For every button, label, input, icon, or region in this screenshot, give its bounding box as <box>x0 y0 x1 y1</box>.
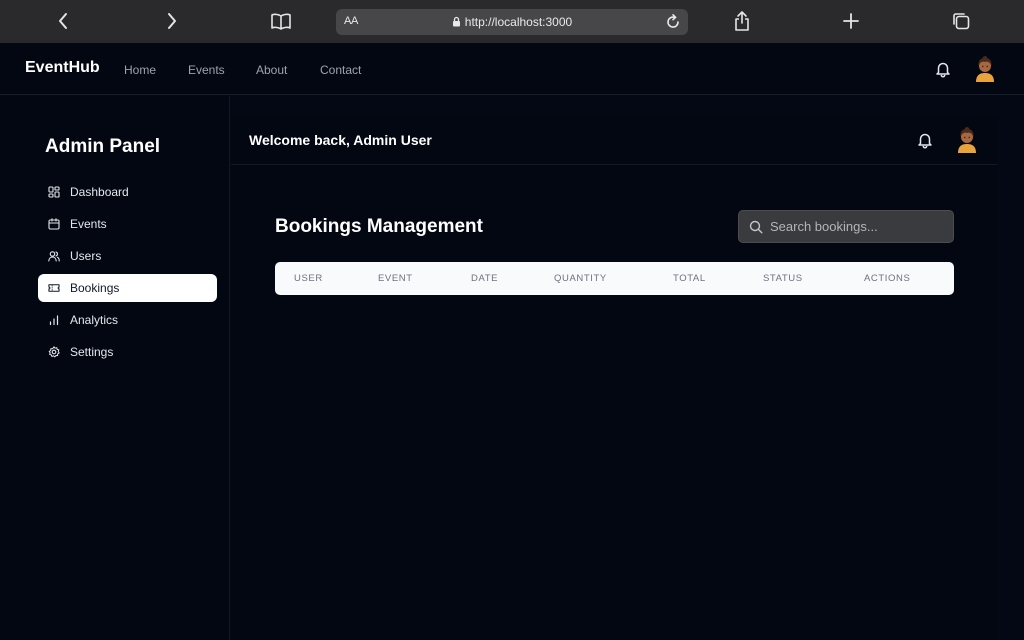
column-header-status[interactable]: STATUS <box>763 273 803 284</box>
reader-button[interactable] <box>261 6 301 36</box>
column-header-user[interactable]: USER <box>294 273 323 284</box>
tabs-icon <box>953 13 970 30</box>
url-text: http://localhost:3000 <box>464 15 573 29</box>
sidebar-item-label: Settings <box>70 345 114 359</box>
address-bar[interactable]: AA http://localhost:3000 <box>336 9 688 35</box>
sidebar-item-label: Events <box>70 217 107 231</box>
lock-icon <box>452 16 460 27</box>
avatar[interactable] <box>973 56 997 82</box>
brand-logo[interactable]: EventHub <box>25 59 100 77</box>
search-icon <box>749 220 763 234</box>
bell-icon[interactable] <box>934 60 952 78</box>
reload-icon[interactable] <box>664 13 682 31</box>
nav-link-about[interactable]: About <box>256 63 287 77</box>
sidebar-item-events[interactable]: Events <box>38 210 217 238</box>
url-display: http://localhost:3000 <box>336 15 688 29</box>
sidebar: Admin Panel Dashboard Events Users Booki… <box>0 96 230 640</box>
browser-toolbar: AA http://localhost:3000 <box>0 0 1024 43</box>
users-icon <box>48 250 60 262</box>
search-input[interactable] <box>770 211 950 242</box>
panel-title: Admin Panel <box>45 136 161 157</box>
forward-button[interactable] <box>152 6 192 36</box>
nav-link-home[interactable]: Home <box>124 63 156 77</box>
main-topbar: Welcome back, Admin User <box>231 116 998 165</box>
welcome-message: Welcome back, Admin User <box>249 132 432 148</box>
app-header: EventHub Home Events About Contact <box>0 43 1024 95</box>
sidebar-item-label: Users <box>70 249 102 263</box>
column-header-quantity[interactable]: QUANTITY <box>554 273 607 284</box>
new-tab-button[interactable] <box>831 6 871 36</box>
avatar[interactable] <box>955 127 979 153</box>
column-header-date[interactable]: DATE <box>471 273 498 284</box>
book-icon <box>271 13 291 30</box>
chevron-left-icon <box>59 13 67 29</box>
back-button[interactable] <box>43 6 83 36</box>
calendar-icon <box>48 218 60 230</box>
sidebar-item-dashboard[interactable]: Dashboard <box>38 178 217 206</box>
share-icon <box>735 11 749 31</box>
plus-icon <box>843 13 859 29</box>
sidebar-item-settings[interactable]: Settings <box>38 338 217 366</box>
column-header-actions[interactable]: ACTIONS <box>864 273 910 284</box>
sidebar-item-bookings[interactable]: Bookings <box>38 274 217 302</box>
bell-icon[interactable] <box>916 131 934 149</box>
tabs-overview-button[interactable] <box>941 6 981 36</box>
sidebar-item-analytics[interactable]: Analytics <box>38 306 217 334</box>
sidebar-item-label: Dashboard <box>70 185 129 199</box>
nav-link-contact[interactable]: Contact <box>320 63 361 77</box>
chevron-right-icon <box>168 13 176 29</box>
share-button[interactable] <box>722 6 762 36</box>
sidebar-item-label: Analytics <box>70 313 119 327</box>
page-title: Bookings Management <box>275 216 483 237</box>
sidebar-item-users[interactable]: Users <box>38 242 217 270</box>
table-header: USER EVENT DATE QUANTITY TOTAL STATUS AC… <box>275 262 954 295</box>
nav-link-events[interactable]: Events <box>188 63 225 77</box>
search-box[interactable] <box>738 210 954 243</box>
dashboard-icon <box>48 186 60 198</box>
bar-chart-icon <box>48 314 60 326</box>
sidebar-item-label: Bookings <box>70 281 120 295</box>
column-header-total[interactable]: TOTAL <box>673 273 706 284</box>
gear-icon <box>48 346 60 358</box>
column-header-event[interactable]: EVENT <box>378 273 413 284</box>
main-content: Welcome back, Admin User Bookings Manage… <box>231 116 998 640</box>
ticket-icon <box>48 282 60 294</box>
